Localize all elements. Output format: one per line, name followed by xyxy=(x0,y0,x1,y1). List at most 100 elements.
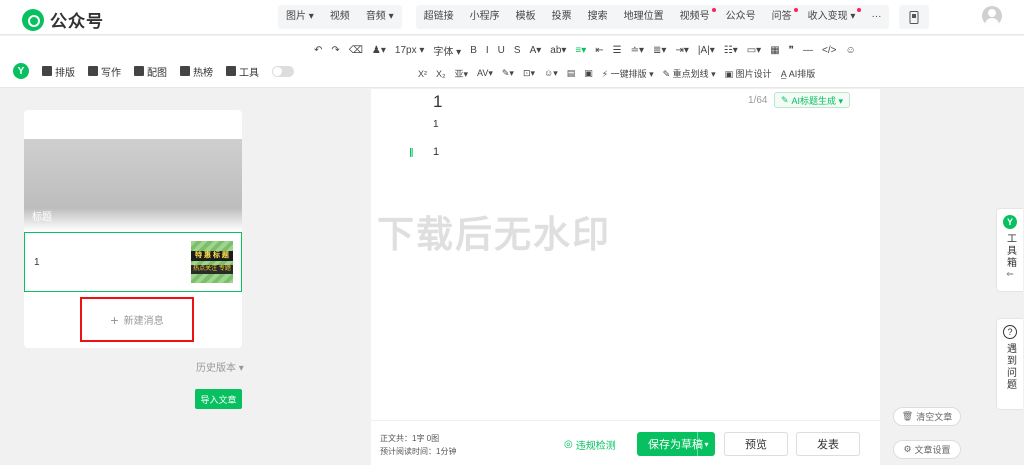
ai-title-button[interactable]: ✎ AI标题生成 ▾ xyxy=(774,92,851,108)
toolbar-button[interactable]: ♟▾ xyxy=(372,45,386,56)
chevron-down-icon[interactable]: ▾ xyxy=(697,432,715,456)
publish-button[interactable]: 发表 xyxy=(796,432,860,456)
assistant-tool-2[interactable]: 配图 xyxy=(134,64,167,79)
preview-button[interactable]: 预览 xyxy=(724,432,788,456)
toolbar-button[interactable]: ⚡ 一键排版 ▾ xyxy=(602,67,654,80)
toolbar-button[interactable]: I xyxy=(486,45,489,56)
toolbar-button[interactable]: A̲ AI排版 xyxy=(781,67,816,80)
toolbox-tab[interactable]: Y 工具箱 ⇐ xyxy=(996,208,1023,292)
toolbar-button[interactable]: ⇤ xyxy=(595,45,603,56)
toolbar-button[interactable]: B xyxy=(470,45,477,56)
toolbar-button[interactable]: ✎ 重点划线 ▾ xyxy=(663,67,716,80)
toolbar-button[interactable]: ⇥▾ xyxy=(675,45,688,56)
phone-preview-button[interactable] xyxy=(899,5,930,29)
toolbar-button[interactable]: ≣▾ xyxy=(653,45,666,56)
compliance-check-button[interactable]: ◎ 违规检测 xyxy=(564,437,616,452)
app-title: 公众号 xyxy=(50,12,104,31)
toolbar-button[interactable]: 字体 ▾ xyxy=(433,43,461,58)
article-title-input[interactable]: 1 xyxy=(433,92,442,112)
toolbar-button[interactable]: AV▾ xyxy=(477,68,493,79)
avatar[interactable] xyxy=(982,6,1002,26)
toolbar-button[interactable]: X² xyxy=(418,69,427,79)
assistant-logo-icon[interactable]: Y xyxy=(13,63,29,79)
editor-area[interactable]: 1 1/64 ✎ AI标题生成 ▾ 1 ∥ 1 下载后无水印 正文共：1字 0图… xyxy=(371,89,880,465)
toolbar-button[interactable]: — xyxy=(803,45,813,56)
help-tab[interactable]: ? 遇到问题 xyxy=(996,318,1023,410)
toolbar-button[interactable]: </> xyxy=(822,45,836,56)
media-item[interactable]: 音频 ▾ xyxy=(358,5,402,29)
media-group: 图片 ▾ 视频 音频 ▾ xyxy=(278,5,402,29)
toolbar-button[interactable]: ▤ xyxy=(567,68,576,79)
insert-item[interactable]: 视频号 xyxy=(672,5,718,29)
toolbar-button[interactable]: ≐▾ xyxy=(631,45,644,56)
toolbar-button[interactable]: 17px ▾ xyxy=(395,45,424,56)
toolbar-button[interactable]: A▾ xyxy=(530,45,542,56)
assistant-toggle[interactable] xyxy=(272,65,294,77)
save-draft-button[interactable]: 保存为草稿 ▾ xyxy=(637,432,715,456)
toolbar-button[interactable]: 亚▾ xyxy=(455,67,469,80)
cover-article[interactable]: 标题 xyxy=(24,139,242,231)
article-settings-button[interactable]: ⚙ 文章设置 xyxy=(893,440,961,459)
nav-label: 图片 ▾ xyxy=(286,11,314,22)
insert-group: 超链接 小程序 模板 投票 搜索 地理位置 视频号 公众号 问答 收入变现 ▾ ··· xyxy=(415,5,890,29)
toolbar-button[interactable]: ☺ xyxy=(846,45,856,56)
phone-icon xyxy=(909,10,919,24)
insert-item[interactable]: 搜索 xyxy=(580,5,616,29)
history-version-link[interactable]: 历史版本 ▾ xyxy=(196,359,244,374)
toolbar-button[interactable]: ↷ xyxy=(331,45,339,56)
format-toolbar-row2: X² X₂ 亚▾ AV▾ ✎▾ ⊡▾ ☺▾ ▤ ▣ ⚡ 一键排版 ▾ ✎ 重点划线 ▾ ▣ 图片设计 A… xyxy=(418,67,815,80)
insert-nav: 图片 ▾ 视频 音频 ▾ 超链接 小程序 模板 投票 搜索 地理位置 视频号 公众号 问答 收入变现 … xyxy=(278,5,930,29)
insert-item[interactable]: 公众号 xyxy=(718,5,764,29)
insert-item[interactable]: ··· xyxy=(863,5,889,29)
logo[interactable]: 公众号 xyxy=(22,7,104,32)
insert-item[interactable]: 模板 xyxy=(508,5,544,29)
author-field[interactable]: 1 xyxy=(433,119,439,130)
nav-label: 模板 xyxy=(515,11,536,22)
assistant-tool-4[interactable]: 工具 xyxy=(226,64,259,79)
toolbar-button[interactable]: ☰ xyxy=(613,45,622,56)
insert-item[interactable]: 地理位置 xyxy=(616,5,672,29)
toolbar-button[interactable]: ▣ 图片设计 xyxy=(725,67,772,80)
toolbar-button[interactable]: ≡▾ xyxy=(575,45,586,56)
title-word-count: 1/64 xyxy=(748,95,768,106)
toolbar-button[interactable]: X₂ xyxy=(436,69,446,79)
tool-icon xyxy=(88,66,98,76)
toolbar-button[interactable]: U xyxy=(498,45,505,56)
import-article-button[interactable]: 导入文章 xyxy=(195,389,242,409)
toolbar-button[interactable]: ▣ xyxy=(584,68,593,79)
insert-item[interactable]: 收入变现 ▾ xyxy=(800,5,864,29)
article-settings-label: 文章设置 xyxy=(914,445,951,455)
insert-item[interactable]: 问答 xyxy=(764,5,800,29)
toolbar-button[interactable]: ☷▾ xyxy=(724,45,738,56)
toolbar-button[interactable]: ⊡▾ xyxy=(523,68,535,79)
toolbar-button[interactable]: ↶ xyxy=(314,45,322,56)
assistant-tool-1[interactable]: 写作 xyxy=(88,64,121,79)
toolbar-button[interactable]: ▭▾ xyxy=(747,45,761,56)
toolbar-button[interactable]: ⌫ xyxy=(349,45,363,56)
body-text[interactable]: 1 xyxy=(433,146,439,158)
toolbar-button[interactable]: ❞ xyxy=(789,45,794,56)
insert-item[interactable]: 小程序 xyxy=(462,5,508,29)
cover-title: 标题 xyxy=(32,212,52,223)
toolbar-button[interactable]: |A|▾ xyxy=(698,45,715,56)
compliance-label: 违规检测 xyxy=(575,441,616,452)
toolbar-button[interactable]: S xyxy=(514,45,521,56)
thumb-text-2: 热点关注 专题 xyxy=(191,265,233,274)
media-item[interactable]: 图片 ▾ xyxy=(278,5,322,29)
insert-item[interactable]: 超链接 xyxy=(416,5,462,29)
assistant-tool-3[interactable]: 热榜 xyxy=(180,64,213,79)
new-message-button[interactable]: + 新建消息 xyxy=(80,297,194,342)
insert-item[interactable]: 投票 xyxy=(544,5,580,29)
assistant-tools: Y 排版 写作 配图 热榜 工具 xyxy=(13,63,294,79)
nav-label: ··· xyxy=(871,11,882,22)
toolbar-button[interactable]: ab▾ xyxy=(550,45,566,56)
stats-count: 正文共：1字 0图 xyxy=(380,434,440,443)
clear-article-button[interactable]: 🗑 清空文章 xyxy=(893,407,961,426)
article-item[interactable]: 1 特 惠 标 题 热点关注 专题 xyxy=(24,232,242,292)
toolbar-button[interactable]: ▦ xyxy=(770,45,779,56)
notification-dot xyxy=(857,8,862,12)
toolbar-button[interactable]: ✎▾ xyxy=(502,68,514,79)
assistant-tool-0[interactable]: 排版 xyxy=(42,64,75,79)
toolbar-button[interactable]: ☺▾ xyxy=(544,68,558,79)
media-item[interactable]: 视频 xyxy=(322,5,358,29)
